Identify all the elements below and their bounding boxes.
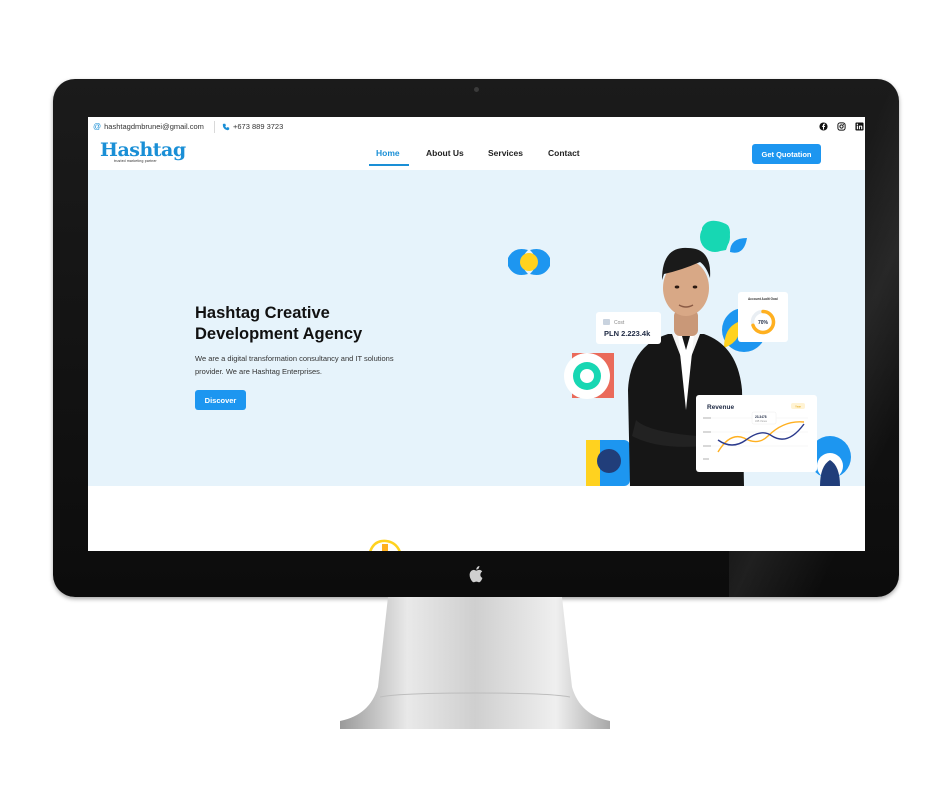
divider [214,121,215,133]
instagram-icon[interactable] [837,122,846,131]
contact-bar: @ hashtagdmbrunei@gmail.com +673 889 372… [88,117,865,138]
cost-value: PLN 2.223.4k [604,329,651,338]
nav-home[interactable]: Home [376,148,400,158]
shape-ring-icon [564,353,614,399]
main-navigation: Hashtag trusted marketing partner Home A… [88,137,865,170]
email-icon: @ [93,122,102,131]
website-screen: @ hashtagdmbrunei@gmail.com +673 889 372… [88,117,865,551]
revenue-title: Revenue [707,404,734,411]
section-decoration [369,539,401,551]
shape-navy-icon [586,440,630,486]
phone-icon [222,123,230,130]
email-link[interactable]: @ hashtagdmbrunei@gmail.com [93,122,204,131]
discover-button[interactable]: Discover [195,390,246,410]
camera-icon [474,87,479,92]
cost-card [596,312,661,344]
hero-section: Hashtag Creative Development Agency We a… [88,170,865,486]
monitor-stand [340,597,610,729]
facebook-icon[interactable] [819,122,828,131]
apple-logo-icon [469,566,483,583]
linkedin-icon[interactable] [855,122,864,131]
nav-about-us[interactable]: About Us [426,148,464,158]
hero-description: We are a digital transformation consulta… [195,354,394,376]
revenue-point-note: 345 Views [755,419,768,423]
gauge-title: Account Audit Goal [748,297,778,301]
revenue-point-value: 23.3478 [755,415,767,419]
active-nav-indicator [369,164,409,166]
gauge-value: 70% [758,320,769,326]
nav-contact[interactable]: Contact [548,148,580,158]
hero-illustration: Cost PLN 2.223.4k Account Audit Goal 70% [508,220,851,486]
brand-logo[interactable]: Hashtag trusted marketing partner [100,140,186,163]
cost-label: Cost [614,320,625,326]
logo-wordmark: Hashtag [100,139,186,161]
get-quotation-button[interactable]: Get Quotation [752,144,821,164]
email-text: hashtagdmbrunei@gmail.com [104,122,204,131]
shape-blue-yellow-icon [508,249,550,275]
nav-services[interactable]: Services [488,148,523,158]
hero-title: Hashtag Creative Development Agency [195,304,363,343]
phone-link[interactable]: +673 889 3723 [222,122,283,131]
phone-text: +673 889 3723 [233,122,284,131]
revenue-badge: Year [795,405,801,409]
shape-teal-icon [700,220,747,253]
